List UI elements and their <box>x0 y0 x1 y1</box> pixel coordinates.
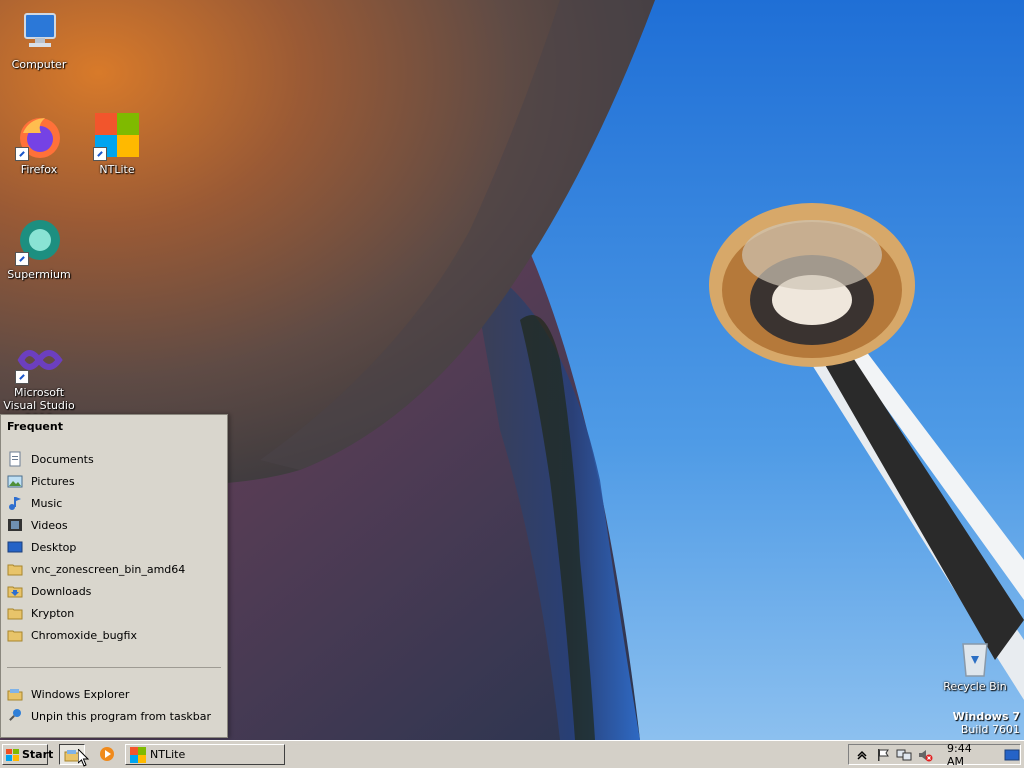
supermium-icon <box>15 218 63 266</box>
desktop-icon-ntlite[interactable]: NTLite <box>78 113 156 176</box>
jump-list-item-label: Krypton <box>31 606 75 620</box>
jump-list-item-vnc-zonescreen[interactable]: vnc_zonescreen_bin_amd64 <box>7 558 221 580</box>
jump-list-item-label: Pictures <box>31 474 75 488</box>
quick-launch-media-player[interactable] <box>95 744 121 765</box>
jump-list-item-desktop[interactable]: Desktop <box>7 536 221 558</box>
jump-list-item-documents[interactable]: Documents <box>7 448 221 470</box>
jump-list-task-windows-explorer[interactable]: Windows Explorer <box>7 683 221 705</box>
watermark-os-name: Windows 7 <box>952 710 1020 723</box>
computer-icon <box>15 8 63 56</box>
shortcut-arrow-icon <box>93 147 107 161</box>
desktop-icon-computer[interactable]: Computer <box>0 8 78 71</box>
ntlite-icon <box>93 113 141 161</box>
explorer-icon <box>7 686 23 702</box>
jump-list-item-music[interactable]: Music <box>7 492 221 514</box>
videos-icon <box>7 517 23 533</box>
desktop-icon-visual-studio[interactable]: Microsoft Visual Studio 2010 <box>0 336 78 425</box>
shortcut-arrow-icon <box>15 370 29 384</box>
desktop-icon-label: Computer <box>11 58 67 71</box>
start-button-label: Start <box>22 748 54 761</box>
desktop-icon <box>7 539 23 555</box>
taskbar-button-ntlite[interactable]: NTLite <box>125 744 285 765</box>
jump-list-item-label: Desktop <box>31 540 77 554</box>
taskbar: Start NTLite 9:44 AM <box>0 740 1024 768</box>
ntlite-icon <box>130 746 146 763</box>
visual-studio-icon <box>15 336 63 384</box>
tray-clock[interactable]: 9:44 AM <box>947 742 990 768</box>
mouse-cursor-icon <box>77 747 90 767</box>
shortcut-arrow-icon <box>15 252 29 266</box>
jump-list-frequent: Documents Pictures Music Videos Desktop <box>7 448 221 646</box>
desktop-icon-firefox[interactable]: Firefox <box>0 113 78 176</box>
watermark-build: Build 7601 <box>960 723 1020 736</box>
jump-list-item-chromoxide-bugfix[interactable]: Chromoxide_bugfix <box>7 624 221 646</box>
taskbar-button-label: NTLite <box>150 748 186 761</box>
desktop-icon-label: Firefox <box>20 163 58 176</box>
os-watermark: Windows 7 Build 7601 <box>953 710 1020 736</box>
show-hidden-icons-icon[interactable] <box>854 747 870 763</box>
folder-icon <box>7 627 23 643</box>
music-icon <box>7 495 23 511</box>
start-button[interactable]: Start <box>2 744 53 765</box>
jump-list-task-label: Windows Explorer <box>31 687 130 701</box>
jump-list-item-krypton[interactable]: Krypton <box>7 602 221 624</box>
jump-list-item-label: Videos <box>31 518 68 532</box>
desktop-icon-label: Recycle Bin <box>943 680 1007 693</box>
jump-list-item-label: Documents <box>31 452 94 466</box>
jump-list-tasks: Windows Explorer Unpin this program from… <box>7 683 221 727</box>
jump-list-item-pictures[interactable]: Pictures <box>7 470 221 492</box>
desktop-icon-recycle-bin[interactable]: Recycle Bin <box>936 638 1014 693</box>
jump-list-item-videos[interactable]: Videos <box>7 514 221 536</box>
shortcut-arrow-icon <box>15 147 29 161</box>
desktop-icon-supermium[interactable]: Supermium <box>0 218 78 281</box>
jump-list: Frequent Documents Pictures Music Videos <box>0 414 228 738</box>
jump-list-item-label: Downloads <box>31 584 92 598</box>
jump-list-separator <box>7 667 221 668</box>
jump-list-heading: Frequent <box>7 420 63 433</box>
system-tray: 9:44 AM <box>848 742 1021 768</box>
folder-icon <box>7 605 23 621</box>
volume-muted-icon[interactable] <box>917 747 933 763</box>
jump-list-item-label: vnc_zonescreen_bin_amd64 <box>31 562 186 576</box>
desktop-icon-label: NTLite <box>99 163 135 176</box>
show-desktop-icon[interactable] <box>1004 747 1020 763</box>
desktop-icon-label: Supermium <box>7 268 71 281</box>
jump-list-task-unpin[interactable]: Unpin this program from taskbar <box>7 705 221 727</box>
jump-list-task-label: Unpin this program from taskbar <box>31 709 212 723</box>
folder-icon <box>7 561 23 577</box>
windows-logo-icon <box>6 748 19 761</box>
jump-list-item-label: Chromoxide_bugfix <box>31 628 137 642</box>
network-icon[interactable] <box>896 747 912 763</box>
pictures-icon <box>7 473 23 489</box>
jump-list-item-downloads[interactable]: Downloads <box>7 580 221 602</box>
downloads-icon <box>7 583 23 599</box>
recycle-bin-icon <box>955 638 995 678</box>
unpin-icon <box>7 708 23 724</box>
firefox-icon <box>15 113 63 161</box>
media-player-icon <box>99 746 115 765</box>
action-center-flag-icon[interactable] <box>875 747 891 763</box>
jump-list-item-label: Music <box>31 496 63 510</box>
documents-icon <box>7 451 23 467</box>
